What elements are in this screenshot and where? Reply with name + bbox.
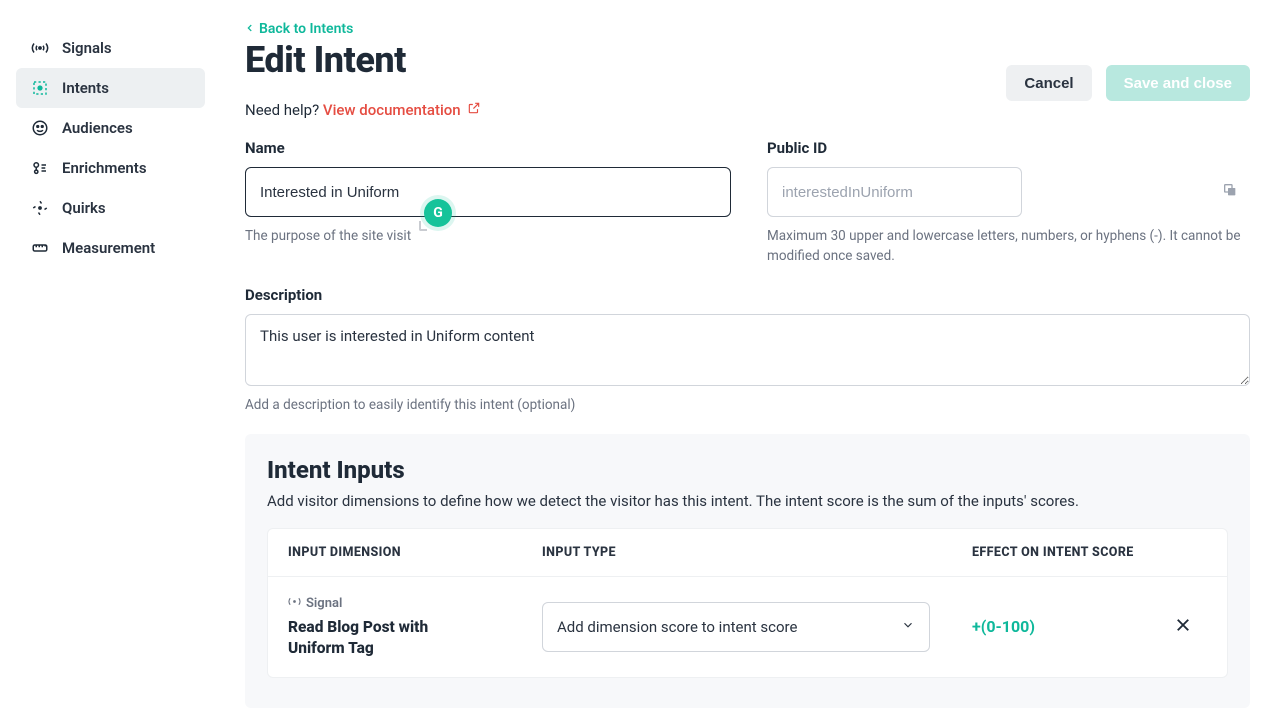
help-prefix: Need help?: [245, 101, 323, 119]
th-type: INPUT TYPE: [542, 545, 972, 560]
main-content: Back to Intents Edit Intent Cancel Save …: [217, 0, 1280, 662]
copy-icon[interactable]: [1222, 182, 1238, 202]
public-id-input: [767, 167, 1022, 217]
sidebar-item-label: Measurement: [62, 239, 155, 257]
th-effect: EFFECT ON INTENT SCORE: [972, 545, 1167, 560]
audience-icon: [30, 118, 50, 138]
view-documentation-link[interactable]: View documentation: [323, 101, 481, 119]
sidebar-item-label: Enrichments: [62, 159, 147, 177]
save-and-close-button[interactable]: Save and close: [1106, 65, 1250, 101]
header-actions: Cancel Save and close: [1006, 65, 1250, 101]
intent-icon: [30, 78, 50, 98]
sidebar: Signals Intents Audiences Enrichments Qu…: [0, 0, 217, 662]
input-type-select[interactable]: Add dimension score to intent score: [542, 602, 930, 652]
select-value: Add dimension score to intent score: [557, 618, 797, 636]
signal-icon: [288, 595, 301, 612]
remove-row-button[interactable]: [1167, 611, 1199, 643]
sidebar-item-signals[interactable]: Signals: [16, 28, 205, 68]
external-link-icon: [467, 101, 481, 119]
inputs-table: INPUT DIMENSION INPUT TYPE EFFECT ON INT…: [267, 528, 1228, 678]
public-id-label: Public ID: [767, 139, 1250, 157]
signal-icon: [30, 38, 50, 58]
sidebar-item-label: Audiences: [62, 119, 133, 137]
dimension-tag-label: Signal: [306, 596, 342, 611]
sidebar-item-enrichments[interactable]: Enrichments: [16, 148, 205, 188]
close-icon: [1174, 616, 1192, 638]
public-id-hint: Maximum 30 upper and lowercase letters, …: [767, 227, 1250, 266]
effect-value: +(0-100): [972, 617, 1035, 636]
measurement-icon: [30, 238, 50, 258]
chevron-down-icon: [901, 618, 915, 636]
sidebar-item-label: Signals: [62, 39, 112, 57]
description-hint: Add a description to easily identify thi…: [245, 396, 1250, 416]
sidebar-item-measurement[interactable]: Measurement: [16, 228, 205, 268]
intent-inputs-panel: Intent Inputs Add visitor dimensions to …: [245, 434, 1250, 708]
name-label: Name: [245, 139, 731, 157]
enrichment-icon: [30, 158, 50, 178]
page-title: Edit Intent: [245, 39, 406, 81]
grammarly-badge[interactable]: G: [424, 199, 452, 227]
back-link-label: Back to Intents: [259, 21, 353, 37]
back-link[interactable]: Back to Intents: [245, 21, 353, 37]
sidebar-item-audiences[interactable]: Audiences: [16, 108, 205, 148]
th-dimension: INPUT DIMENSION: [288, 545, 542, 560]
description-label: Description: [245, 286, 1250, 304]
help-link-label: View documentation: [323, 101, 461, 119]
dimension-name: Read Blog Post with Uniform Tag: [288, 617, 488, 659]
inputs-title: Intent Inputs: [267, 456, 1228, 484]
cancel-button[interactable]: Cancel: [1006, 65, 1091, 101]
dimension-tag: Signal: [288, 595, 542, 612]
name-input[interactable]: [245, 167, 731, 217]
quirks-icon: [30, 198, 50, 218]
help-row: Need help? View documentation: [245, 101, 1250, 119]
sidebar-item-intents[interactable]: Intents: [16, 68, 205, 108]
sidebar-item-label: Intents: [62, 79, 109, 97]
sidebar-item-label: Quirks: [62, 199, 106, 217]
chevron-left-icon: [245, 21, 255, 37]
inputs-description: Add visitor dimensions to define how we …: [267, 492, 1228, 510]
sidebar-item-quirks[interactable]: Quirks: [16, 188, 205, 228]
name-hint: The purpose of the site visit: [245, 227, 731, 247]
description-textarea[interactable]: [245, 314, 1250, 386]
